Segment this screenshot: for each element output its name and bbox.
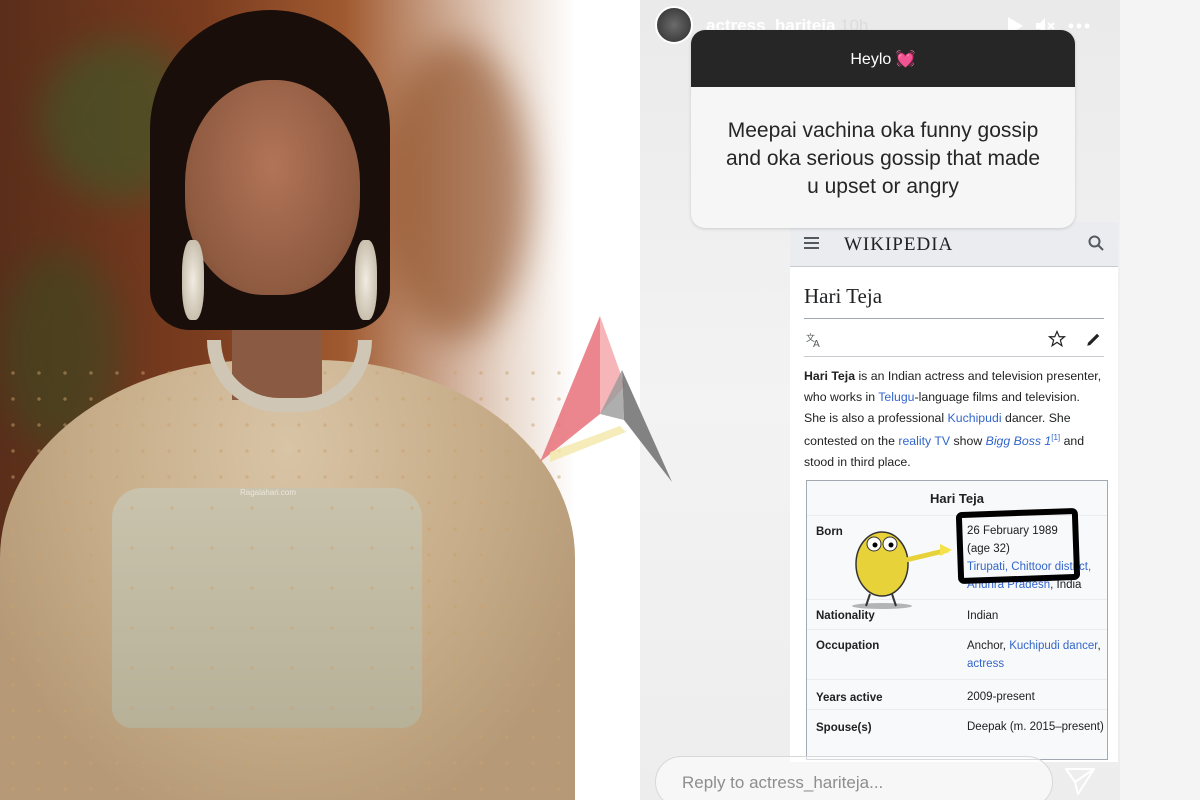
link-kuchipudi-dancer[interactable]: Kuchipudi dancer — [1009, 640, 1097, 652]
infobox-label: Born — [816, 526, 843, 538]
link-bigg-boss[interactable]: Bigg Boss 1 — [986, 434, 1052, 448]
actress-photo — [0, 0, 575, 800]
occupation-separator: , — [1097, 640, 1101, 652]
question-text: Meepai vachina oka funny gossip and oka … — [725, 119, 1041, 198]
earring — [182, 240, 204, 320]
hand-drawn-highlight — [955, 507, 1081, 585]
edit-pencil-icon[interactable] — [1085, 330, 1103, 348]
question-sticker: Heylo 💓 Meepai vachina oka funny gossip … — [691, 30, 1075, 228]
blouse — [112, 488, 422, 728]
photo-watermark: Ragalahari.com — [240, 488, 297, 497]
menu-icon[interactable] — [804, 236, 820, 250]
infobox-value: Deepak (m. 2015–present) — [967, 721, 1104, 733]
infobox-row-years-active: Years active 2009-present — [807, 679, 1107, 710]
background-wall — [380, 40, 530, 340]
link-telugu[interactable]: Telugu — [878, 390, 914, 404]
wikipedia-screenshot: WIKIPEDIA Hari Teja 文A Hari Teja is an I… — [790, 222, 1118, 762]
face — [185, 80, 360, 295]
send-icon[interactable] — [1064, 766, 1096, 796]
divider — [804, 318, 1104, 319]
infobox-label: Occupation — [816, 640, 880, 652]
link-actress[interactable]: actress — [967, 658, 1004, 670]
occupation-text: Anchor, — [967, 640, 1010, 652]
reference-link[interactable]: [1] — [1051, 433, 1060, 442]
article-intro: Hari Teja is an Indian actress and telev… — [804, 366, 1104, 473]
infobox-label: Nationality — [816, 610, 875, 622]
infobox-row-occupation: Occupation Anchor, Kuchipudi dancer, act… — [807, 629, 1107, 678]
avatar[interactable] — [655, 6, 693, 44]
divider — [804, 356, 1104, 357]
wikipedia-header: WIKIPEDIA — [790, 222, 1118, 267]
infobox-label: Spouse(s) — [816, 722, 872, 734]
infobox-value: 2009-present — [967, 691, 1035, 703]
instagram-story: WIKIPEDIA Hari Teja 文A Hari Teja is an I… — [640, 0, 1120, 800]
infobox-value: Indian — [967, 610, 999, 622]
svg-text:A: A — [813, 339, 820, 348]
question-sticker-header: Heylo 💓 — [691, 30, 1075, 87]
site-logo — [540, 316, 672, 482]
wikipedia-logo[interactable]: WIKIPEDIA — [844, 234, 953, 256]
infobox-label: Years active — [816, 692, 883, 704]
earring — [355, 240, 377, 320]
page-background — [1120, 0, 1200, 800]
link-reality-tv[interactable]: reality TV — [898, 434, 950, 448]
birth-country: , India — [1050, 579, 1082, 591]
article-subject: Hari Teja — [804, 369, 856, 383]
reply-placeholder: Reply to actress_hariteja... — [682, 773, 884, 792]
intro-text: show — [950, 434, 986, 449]
infobox-value: Anchor, Kuchipudi dancer, actress — [967, 637, 1105, 673]
language-icon[interactable]: 文A — [806, 332, 824, 348]
infobox-title: Hari Teja — [930, 491, 984, 506]
link-kuchipudi[interactable]: Kuchipudi — [948, 411, 1002, 425]
infobox-row-spouse: Spouse(s) Deepak (m. 2015–present) — [807, 709, 1107, 760]
reply-input[interactable]: Reply to actress_hariteja... — [655, 756, 1053, 800]
cartoon-character-sticker — [852, 531, 952, 609]
star-icon[interactable] — [1048, 330, 1066, 348]
article-title: Hari Teja — [804, 284, 883, 308]
search-icon[interactable] — [1088, 235, 1104, 251]
